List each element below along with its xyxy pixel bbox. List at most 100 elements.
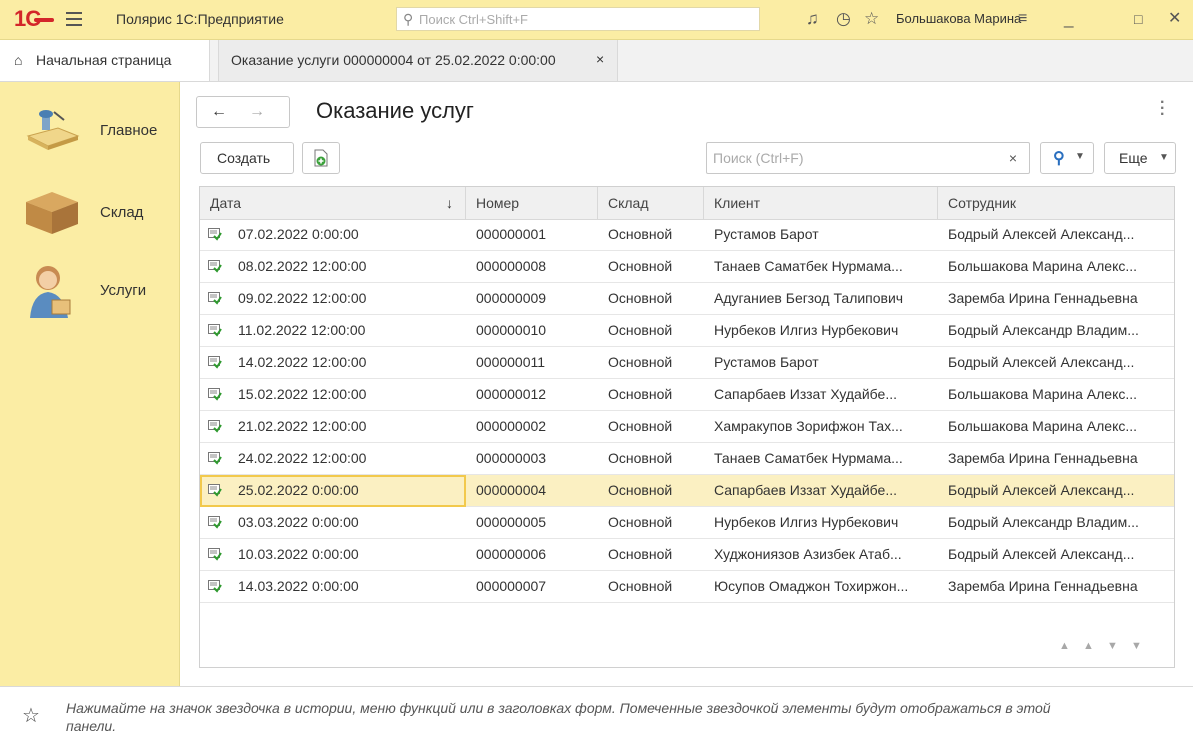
home-icon: ⌂ xyxy=(14,52,23,68)
column-client[interactable]: Клиент xyxy=(704,187,938,219)
table-row[interactable]: 11.02.2022 12:00:00 000000010 Основной Нурб… xyxy=(200,315,1174,347)
table-row[interactable]: 14.02.2022 12:00:00 000000011 Основной Руст… xyxy=(200,347,1174,379)
cell-warehouse: Основной xyxy=(608,514,673,530)
sidebar-item-label: Склад xyxy=(100,204,144,221)
cell-employee: Большакова Марина Алекс... xyxy=(948,418,1138,434)
table-header: Дата ↓ Номер Склад Клиент Сотрудник xyxy=(200,187,1174,220)
column-employee[interactable]: Сотрудник xyxy=(938,187,1174,219)
cell-client: Юсупов Омаджон Тохиржон... xyxy=(714,578,909,594)
desk-lamp-icon xyxy=(26,110,80,150)
scroll-down-icon[interactable]: ▼ xyxy=(1107,640,1118,652)
table-row[interactable]: 15.02.2022 12:00:00 000000012 Основной Сапа… xyxy=(200,379,1174,411)
scroll-bottom-icon[interactable]: ▼ xyxy=(1131,640,1142,652)
cell-warehouse: Основной xyxy=(608,418,673,434)
table-row[interactable]: 21.02.2022 12:00:00 000000002 Основной Хамр… xyxy=(200,411,1174,443)
title-bar: 1С Полярис 1С:Предприятие ⚲ Поиск Ctrl+S… xyxy=(0,0,1193,40)
cell-warehouse: Основной xyxy=(608,322,673,338)
close-icon[interactable]: ✕ xyxy=(1168,9,1181,29)
cell-date: 24.02.2022 12:00:00 xyxy=(238,450,367,466)
table-row-selected[interactable]: 25.02.2022 0:00:00 000000004 Основной Сапар… xyxy=(200,475,1174,507)
search-icon: ⚲ xyxy=(403,11,414,27)
favorites-hint: Нажимайте на значок звездочка в истории,… xyxy=(66,700,1051,734)
cell-date: 09.02.2022 12:00:00 xyxy=(238,290,367,306)
settings-menu-icon[interactable]: ≡ xyxy=(1018,9,1027,29)
global-search-input[interactable]: ⚲ Поиск Ctrl+Shift+F xyxy=(396,7,760,31)
search-input[interactable]: Поиск (Ctrl+F) × xyxy=(706,142,1030,174)
cell-employee: Бодрый Алексей Александ... xyxy=(948,482,1135,498)
posted-document-icon xyxy=(208,484,222,497)
bell-icon[interactable]: ♫ xyxy=(806,9,819,29)
cell-number: 000000006 xyxy=(476,546,547,562)
cell-employee: Бодрый Алексей Александ... xyxy=(948,354,1135,370)
cell-warehouse: Основной xyxy=(608,578,673,594)
cell-employee: Заремба Ирина Геннадьевна xyxy=(948,290,1138,306)
cell-date: 07.02.2022 0:00:00 xyxy=(238,226,359,242)
table-row[interactable]: 24.02.2022 12:00:00 000000003 Основной Тана… xyxy=(200,443,1174,475)
posted-document-icon xyxy=(208,548,222,561)
sidebar-item-warehouse[interactable]: Склад xyxy=(0,180,180,250)
table-row[interactable]: 03.03.2022 0:00:00 000000005 Основной Нурбе… xyxy=(200,507,1174,539)
table-row[interactable]: 07.02.2022 0:00:00 000000001 Основной Руста… xyxy=(200,219,1174,251)
table-row[interactable]: 09.02.2022 12:00:00 000000009 Основной Адуг… xyxy=(200,283,1174,315)
table-row[interactable]: 10.03.2022 0:00:00 000000006 Основной Худжо… xyxy=(200,539,1174,571)
cell-number: 000000009 xyxy=(476,290,547,306)
sidebar-item-label: Услуги xyxy=(100,282,147,299)
cell-date: 25.02.2022 0:00:00 xyxy=(200,475,466,507)
cell-date: 08.02.2022 12:00:00 xyxy=(238,258,367,274)
sidebar-item-main[interactable]: Главное xyxy=(0,98,180,168)
scroll-up-icon[interactable]: ▲ xyxy=(1083,640,1094,652)
cell-warehouse: Основной xyxy=(608,258,673,274)
document-add-icon xyxy=(314,149,328,167)
posted-document-icon xyxy=(208,388,222,401)
cell-number: 000000010 xyxy=(476,322,547,338)
table-row[interactable]: 08.02.2022 12:00:00 000000008 Основной Тана… xyxy=(200,251,1174,283)
sidebar-item-label: Главное xyxy=(100,122,158,139)
more-actions-icon[interactable]: · · · xyxy=(1160,95,1165,123)
history-icon[interactable]: ◷ xyxy=(836,9,851,29)
maximize-icon[interactable]: □ xyxy=(1134,9,1142,29)
cell-employee: Бодрый Алексей Александ... xyxy=(948,546,1135,562)
sidebar-item-services[interactable]: Услуги xyxy=(0,258,180,328)
more-button[interactable]: Еще ▼ xyxy=(1104,142,1176,174)
cell-client: Сапарбаев Иззат Худайбе... xyxy=(714,482,897,498)
add-copy-button[interactable] xyxy=(302,142,340,174)
star-icon[interactable]: ☆ xyxy=(864,9,879,29)
clear-icon[interactable]: × xyxy=(1009,150,1017,166)
scroll-top-icon[interactable]: ▲ xyxy=(1059,640,1070,652)
cell-date: 11.02.2022 12:00:00 xyxy=(238,322,366,338)
minimize-icon[interactable]: _ xyxy=(1064,9,1073,29)
forward-arrow-icon[interactable]: → xyxy=(249,103,265,121)
column-date[interactable]: Дата ↓ xyxy=(200,187,466,219)
cell-date: 15.02.2022 12:00:00 xyxy=(238,386,367,402)
chevron-down-icon: ▼ xyxy=(1159,152,1169,163)
user-name[interactable]: Большакова Марина xyxy=(896,11,1021,26)
tabs-bar: ⌂ Начальная страница Оказание услуги 000… xyxy=(0,40,1193,82)
documents-table[interactable]: Дата ↓ Номер Склад Клиент Сотрудник 07.0… xyxy=(199,186,1175,668)
cell-employee: Большакова Марина Алекс... xyxy=(948,386,1138,402)
posted-document-icon xyxy=(208,260,222,273)
cell-warehouse: Основной xyxy=(608,226,673,242)
cell-employee: Бодрый Александр Владим... xyxy=(948,322,1139,338)
cell-client: Рустамов Барот xyxy=(714,354,819,370)
cell-client: Нурбеков Илгиз Нурбекович xyxy=(714,514,899,530)
find-button[interactable]: ⚲ ▼ xyxy=(1040,142,1094,174)
cell-number: 000000004 xyxy=(476,482,547,498)
cell-employee: Заремба Ирина Геннадьевна xyxy=(948,578,1138,594)
tab-document[interactable]: Оказание услуги 000000004 от 25.02.2022 … xyxy=(218,40,618,81)
create-button[interactable]: Создать xyxy=(200,142,294,174)
column-number[interactable]: Номер xyxy=(466,187,598,219)
posted-document-icon xyxy=(208,420,222,433)
cell-number: 000000002 xyxy=(476,418,547,434)
posted-document-icon xyxy=(208,516,222,529)
back-arrow-icon[interactable]: ← xyxy=(211,103,227,121)
scroll-buttons: ▲ ▲ ▼ ▼ xyxy=(1055,638,1173,660)
posted-document-icon xyxy=(208,324,222,337)
cell-number: 000000008 xyxy=(476,258,547,274)
menu-icon[interactable] xyxy=(66,12,82,26)
column-warehouse[interactable]: Склад xyxy=(598,187,704,219)
posted-document-icon xyxy=(208,356,222,369)
tab-close-icon[interactable]: × xyxy=(596,51,604,67)
table-row[interactable]: 14.03.2022 0:00:00 000000007 Основной Юсупо… xyxy=(200,571,1174,603)
tab-home[interactable]: ⌂ Начальная страница xyxy=(0,40,210,81)
search-icon: ⚲ xyxy=(1053,150,1065,167)
